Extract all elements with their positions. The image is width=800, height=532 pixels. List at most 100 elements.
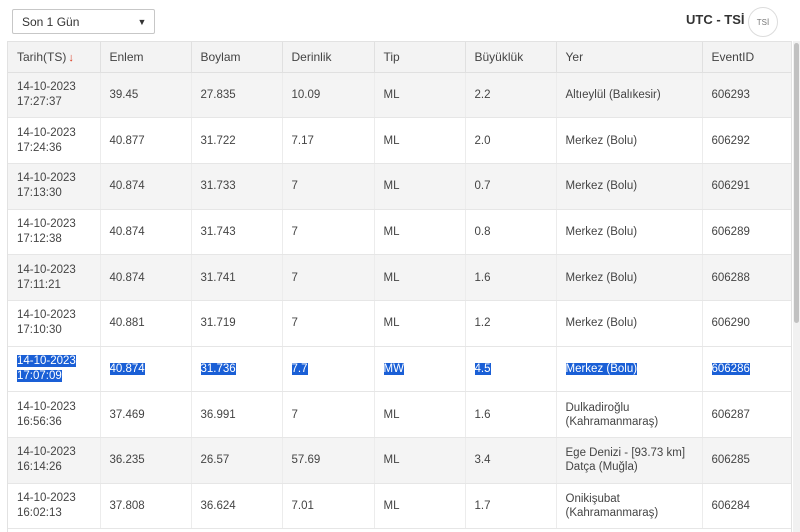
- cell-type-type: ML: [383, 134, 400, 147]
- table-row[interactable]: 14-10-2023 16:14:26 36.235 26.57 57.69 ML 3.4 E…: [8, 437, 791, 484]
- column-header-magnitude[interactable]: Büyüklük: [465, 42, 557, 73]
- cell-lon: 31.719: [191, 300, 283, 347]
- cell-depth: 7.17: [282, 117, 375, 164]
- cell-place: Onikişubat (Kahramanmaraş): [556, 483, 703, 530]
- cell-place: Merkez (Bolu): [556, 163, 703, 210]
- cell-depth-depth: 7: [291, 180, 298, 193]
- cell-depth: 57.69: [282, 437, 375, 484]
- cell-lon-lon: 31.736: [200, 362, 236, 375]
- cell-event-id-id: 606288: [711, 271, 750, 284]
- cell-date-date: 14-10-2023: [17, 309, 76, 322]
- cell-date-date: 14-10-2023: [17, 354, 76, 367]
- cell-event-id: 606285: [702, 437, 791, 484]
- cell-date-date: 14-10-2023: [17, 446, 76, 459]
- cell-type-type: MW: [383, 362, 404, 375]
- table-row[interactable]: 14-10-2023 17:07:09 40.874 31.736 7.7 MW 4.5 Me…: [8, 346, 791, 393]
- cell-lat: 40.874: [100, 209, 192, 256]
- cell-type-type: ML: [383, 180, 400, 193]
- cell-event-id-id: 606286: [711, 362, 750, 375]
- cell-date-time: 17:27:37: [17, 95, 62, 108]
- cell-depth: 7: [282, 163, 375, 210]
- cell-place: Merkez (Bolu): [556, 209, 703, 256]
- table-row[interactable]: 14-10-2023 17:12:38 40.874 31.743 7 ML 0.8 Merk…: [8, 209, 791, 256]
- cell-date-time: 17:10:30: [17, 324, 62, 337]
- cell-magnitude-mag: 2.2: [474, 88, 491, 101]
- cell-depth-depth: 7: [291, 317, 298, 330]
- cell-magnitude-mag: 2.0: [474, 134, 491, 147]
- cell-lat: 36.235: [100, 437, 192, 484]
- table-row[interactable]: 14-10-2023 17:27:37 39.45 27.835 10.09 ML 2.2 A…: [8, 72, 791, 119]
- cell-type-type: ML: [383, 317, 400, 330]
- cell-date-time: 17:07:09: [17, 369, 62, 382]
- period-select-value: Son 1 Gün: [22, 14, 80, 29]
- cell-lon-lon: 26.57: [200, 454, 230, 467]
- cell-depth-depth: 10.09: [291, 88, 321, 101]
- timezone-toggle[interactable]: TSİ: [748, 7, 778, 37]
- cell-date-time: 17:13:30: [17, 187, 62, 200]
- period-select[interactable]: Son 1 Gün ▼: [12, 9, 155, 34]
- cell-lon: 31.736: [191, 346, 283, 393]
- table-row[interactable]: 14-10-2023 16:56:36 37.469 36.991 7 ML 1.6 Dulk…: [8, 391, 791, 438]
- caret-down-icon[interactable]: ▼: [130, 10, 154, 33]
- cell-lat: 39.45: [100, 72, 192, 119]
- cell-date-date: 14-10-2023: [17, 80, 76, 93]
- cell-date-date: 14-10-2023: [17, 263, 76, 276]
- cell-event-id: 606289: [702, 209, 791, 256]
- cell-magnitude: 4.5: [465, 346, 557, 393]
- cell-date: 14-10-2023 17:11:21: [8, 254, 101, 301]
- cell-type: ML: [374, 483, 466, 530]
- cell-date-date: 14-10-2023: [17, 126, 76, 139]
- cell-magnitude: 3.4: [465, 437, 557, 484]
- cell-place-place2: Datça (Muğla): [565, 461, 638, 474]
- timezone-label: UTC - TSİ: [686, 12, 745, 27]
- table-row[interactable]: 14-10-2023 16:02:13 37.808 36.624 7.01 ML 1.7 O…: [8, 483, 791, 530]
- column-header-lat[interactable]: Enlem: [100, 42, 192, 73]
- cell-event-id-id: 606293: [711, 88, 750, 101]
- table-header: Tarih(TS) ↓ Enlem Boylam Derinlik Tip Büy…: [8, 42, 791, 73]
- cell-depth: 7: [282, 391, 375, 438]
- cell-type-type: ML: [383, 225, 400, 238]
- table-row[interactable]: 14-10-2023 17:11:21 40.874 31.741 7 ML 1.6 Merk…: [8, 254, 791, 301]
- cell-event-id: 606293: [702, 72, 791, 119]
- cell-magnitude-mag: 3.4: [474, 454, 491, 467]
- cell-date-time: 16:14:26: [17, 461, 62, 474]
- cell-magnitude: 2.2: [465, 72, 557, 119]
- sort-down-icon[interactable]: ↓: [68, 52, 74, 64]
- cell-type-type: ML: [383, 88, 400, 101]
- table-row[interactable]: 14-10-2023 17:13:30 40.874 31.733 7 ML 0.7 Merk…: [8, 163, 791, 210]
- cell-type-type: ML: [383, 500, 400, 513]
- cell-place: Dulkadiroğlu (Kahramanmaraş): [556, 391, 703, 438]
- cell-event-id: 606284: [702, 483, 791, 530]
- cell-depth: 7: [282, 300, 375, 347]
- cell-lat: 40.874: [100, 163, 192, 210]
- table-row[interactable]: 14-10-2023 17:24:36 40.877 31.722 7.17 ML 2.0 M…: [8, 117, 791, 164]
- cell-lon: 31.741: [191, 254, 283, 301]
- cell-magnitude: 1.7: [465, 483, 557, 530]
- cell-magnitude: 1.6: [465, 391, 557, 438]
- column-header-type[interactable]: Tip: [374, 42, 466, 73]
- cell-lat: 40.874: [100, 346, 192, 393]
- column-header-date[interactable]: Tarih(TS) ↓: [8, 42, 101, 73]
- vertical-scrollbar[interactable]: [793, 41, 800, 532]
- column-header-event-id[interactable]: EventID: [702, 42, 791, 73]
- cell-date: 14-10-2023 17:12:38: [8, 209, 101, 256]
- column-header-lon[interactable]: Boylam: [191, 42, 283, 73]
- cell-magnitude-mag: 0.7: [474, 180, 491, 193]
- cell-magnitude: 1.6: [465, 254, 557, 301]
- cell-depth-depth: 7.7: [291, 362, 308, 375]
- column-header-depth[interactable]: Derinlik: [282, 42, 375, 73]
- cell-event-id-id: 606291: [711, 180, 750, 193]
- cell-depth-depth: 7: [291, 225, 298, 238]
- cell-lat: 40.874: [100, 254, 192, 301]
- cell-lon: 26.57: [191, 437, 283, 484]
- cell-place-place1: Merkez (Bolu): [565, 362, 638, 375]
- cell-place-place1: Merkez (Bolu): [565, 180, 638, 193]
- cell-lat: 37.808: [100, 483, 192, 530]
- cell-depth-depth: 57.69: [291, 454, 321, 467]
- cell-lon-lon: 31.722: [200, 134, 236, 147]
- cell-place: Merkez (Bolu): [556, 254, 703, 301]
- column-header-place[interactable]: Yer: [556, 42, 703, 73]
- cell-type: ML: [374, 391, 466, 438]
- scrollbar-thumb[interactable]: [794, 43, 799, 323]
- table-row[interactable]: 14-10-2023 17:10:30 40.881 31.719 7 ML 1.2 Merk…: [8, 300, 791, 347]
